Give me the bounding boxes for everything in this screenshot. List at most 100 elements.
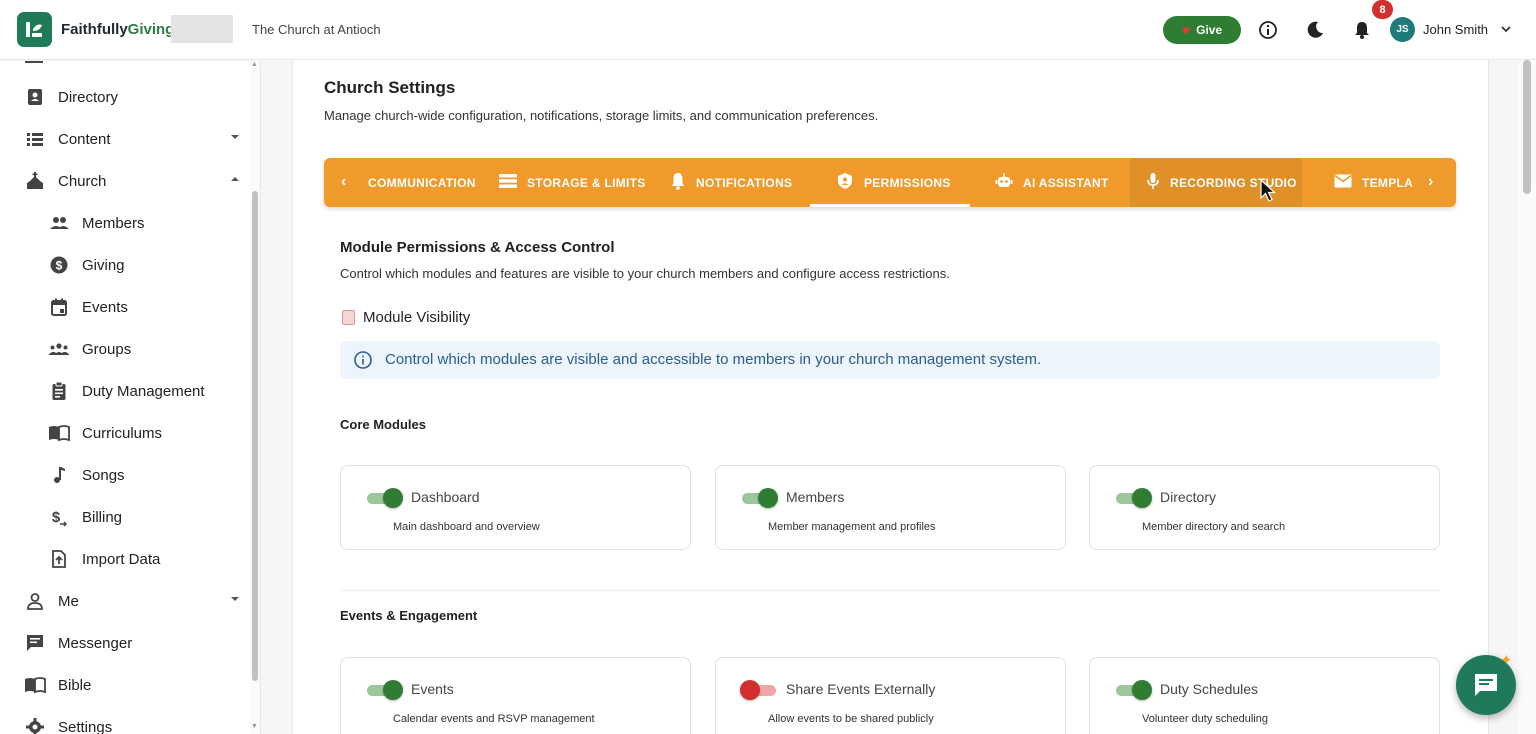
bell-icon (670, 172, 686, 193)
page-title: Church Settings (324, 78, 456, 97)
section-divider (340, 590, 1440, 591)
person-icon (24, 590, 46, 612)
heart-icon: ♥ (1181, 22, 1191, 38)
gear-icon (24, 716, 46, 734)
app-logo[interactable] (17, 12, 52, 47)
module-card-members: Members Member management and profiles (715, 465, 1066, 550)
dollar-circle-icon: $ (48, 254, 70, 276)
user-name[interactable]: John Smith (1423, 22, 1488, 37)
sidebar-item-content[interactable]: Content (0, 119, 250, 159)
avatar[interactable]: JS (1390, 17, 1415, 42)
module-card-dashboard: Dashboard Main dashboard and overview (340, 465, 691, 550)
sidebar-item-bible[interactable]: Bible (0, 665, 250, 705)
tab-communication[interactable]: COMMUNICATION (368, 158, 476, 207)
sidebar-item-billing[interactable]: $ Billing (0, 497, 250, 537)
chat-icon (1475, 674, 1497, 696)
shield-icon (836, 172, 854, 193)
page-scroll-thumb[interactable] (1523, 60, 1531, 194)
scroll-down-icon[interactable]: ▼ (251, 723, 258, 730)
chevron-left-icon[interactable]: ‹ (341, 173, 346, 191)
sidebar-item-me[interactable]: Me (0, 581, 250, 621)
tab-templates[interactable]: TEMPLA (1334, 158, 1413, 207)
module-toggle-dashboard[interactable] (365, 488, 403, 508)
dark-mode-icon[interactable] (1304, 19, 1326, 41)
svg-text:$: $ (56, 259, 63, 273)
sidebar-scroll-thumb[interactable] (252, 191, 258, 681)
tab-storage-limits[interactable]: STORAGE & LIMITS (499, 158, 646, 207)
groups-icon (48, 338, 70, 360)
module-card-duty-schedules: Duty Schedules Volunteer duty scheduling (1089, 657, 1440, 734)
calendar-icon (48, 296, 70, 318)
page-scrollbar[interactable] (1518, 60, 1536, 734)
module-visibility-heading: Module Visibility (342, 309, 470, 326)
sidebar-item-directory[interactable]: Directory (0, 77, 250, 117)
book-open-icon (48, 422, 70, 444)
sidebar-scrollbar[interactable]: ▲ ▼ (250, 61, 260, 734)
settings-tab-bar: ‹ COMMUNICATION STORAGE & LIMITS NOTIFIC… (324, 158, 1456, 207)
group-title-events-engagement: Events & Engagement (340, 608, 478, 623)
brand-redacted-area (171, 15, 233, 43)
module-toggle-directory[interactable] (1114, 488, 1152, 508)
mouse-cursor (1260, 178, 1278, 208)
sparkle-icon: ✦ (1500, 652, 1513, 669)
microphone-icon (1146, 172, 1160, 193)
sidebar-item-members[interactable]: Members (0, 203, 250, 243)
module-toggle-members[interactable] (740, 488, 778, 508)
module-toggle-share-events-externally[interactable] (740, 680, 778, 700)
notification-badge: 8 (1372, 0, 1393, 19)
permissions-subtitle: Control which modules and features are v… (340, 266, 950, 281)
church-icon (24, 170, 46, 192)
sidebar-item-settings[interactable]: Settings (0, 707, 250, 734)
permissions-title: Module Permissions & Access Control (340, 239, 615, 256)
scroll-up-icon[interactable]: ▲ (251, 61, 258, 68)
file-upload-icon (48, 548, 70, 570)
chevron-right-icon[interactable]: › (1428, 173, 1433, 191)
give-button[interactable]: ♥ Give (1163, 16, 1241, 44)
sidebar-item-import-data[interactable]: Import Data (0, 539, 250, 579)
svg-text:$: $ (52, 509, 61, 526)
caret-up-icon (229, 172, 241, 190)
sidebar-item-church[interactable]: Church (0, 161, 250, 201)
group-title-core-modules: Core Modules (340, 417, 426, 432)
sidebar-item-groups[interactable]: Groups (0, 329, 250, 369)
music-note-icon (48, 464, 70, 486)
info-icon (353, 350, 373, 375)
module-card-share-events-externally: Share Events Externally Allow events to … (715, 657, 1066, 734)
caret-down-icon (229, 592, 241, 610)
contact-card-icon (24, 86, 46, 108)
sidebar-item-events[interactable]: Events (0, 287, 250, 327)
caret-down-icon (229, 130, 241, 148)
sidebar-item-curriculums[interactable]: Curriculums (0, 413, 250, 453)
info-icon[interactable] (1257, 19, 1279, 41)
sidebar: Directory Content Church Members $ Givin… (0, 61, 261, 734)
module-card-events: Events Calendar events and RSVP manageme… (340, 657, 691, 734)
module-toggle-duty-schedules[interactable] (1114, 680, 1152, 700)
currency-icon: $ (48, 506, 70, 528)
module-card-directory: Directory Member directory and search (1089, 465, 1440, 550)
tab-notifications[interactable]: NOTIFICATIONS (670, 158, 792, 207)
sidebar-item-duty-management[interactable]: Duty Management (0, 371, 250, 411)
storage-icon (499, 173, 517, 192)
page-subtitle: Manage church-wide configuration, notifi… (324, 108, 879, 123)
bell-icon[interactable] (1351, 19, 1373, 41)
robot-icon (995, 173, 1013, 192)
list-icon (24, 128, 46, 150)
module-toggle-events[interactable] (365, 680, 403, 700)
people-icon (48, 212, 70, 234)
book-icon (24, 674, 46, 696)
tab-permissions[interactable]: PERMISSIONS (810, 158, 970, 207)
sidebar-item-messenger[interactable]: Messenger (0, 623, 250, 663)
sidebar-item-songs[interactable]: Songs (0, 455, 250, 495)
tab-ai-assistant[interactable]: AI ASSISTANT (995, 158, 1109, 207)
info-alert: Control which modules are visible and ac… (340, 341, 1440, 379)
app-header: FaithfullyGiving The Church at Antioch ♥… (0, 0, 1536, 60)
sidebar-item-giving[interactable]: $ Giving (0, 245, 250, 285)
brand-name: FaithfullyGiving (61, 21, 175, 38)
chat-icon (24, 632, 46, 654)
logo-icon (26, 22, 42, 37)
chevron-down-icon[interactable] (1499, 22, 1513, 41)
mail-icon (1334, 174, 1352, 191)
dashboard-icon (25, 61, 43, 63)
clipboard-icon (48, 380, 70, 402)
clipboard-emoji-icon (342, 310, 355, 325)
